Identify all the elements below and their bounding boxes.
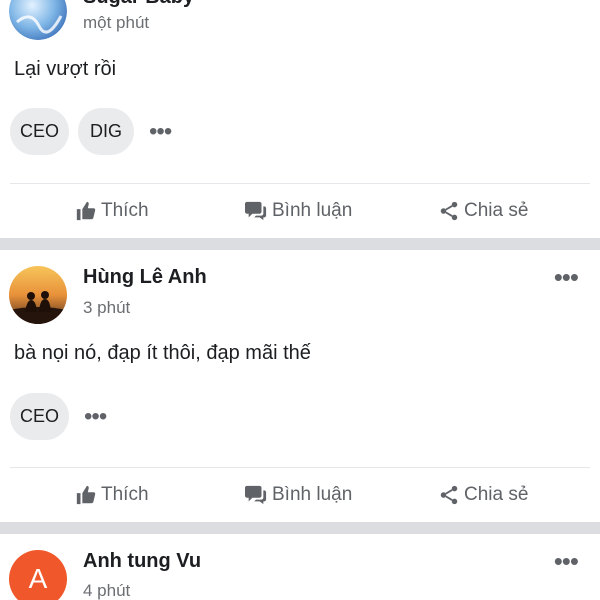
post-time[interactable]: 4 phút — [83, 581, 130, 600]
author-name[interactable]: Hùng Lê Anh — [83, 266, 207, 289]
thumbs-up-icon — [76, 201, 96, 221]
divider — [10, 467, 590, 468]
like-button[interactable]: Thích — [75, 191, 149, 231]
avatar[interactable] — [9, 266, 67, 324]
tag-chip[interactable]: CEO — [10, 108, 70, 155]
avatar-letter: A — [28, 563, 48, 594]
author-name[interactable]: Sugar Baby — [83, 0, 194, 9]
like-label: Thích — [101, 200, 149, 221]
action-bar: Thích Bình luận Chia sẻ — [0, 191, 600, 231]
share-button[interactable]: Chia sẻ — [438, 475, 528, 515]
post-card: A Anh tung Vu 4 phút ••• — [0, 534, 600, 600]
comment-button[interactable]: Bình luận — [244, 191, 352, 231]
share-button[interactable]: Chia sẻ — [438, 191, 528, 231]
share-icon — [440, 201, 458, 221]
more-tags-icon[interactable]: ••• — [149, 118, 172, 146]
post-time[interactable]: một phút — [83, 13, 149, 33]
tag-list: CEO ••• — [10, 393, 107, 440]
tag-chip[interactable]: CEO — [10, 393, 70, 440]
comment-icon — [245, 201, 267, 221]
avatar[interactable] — [9, 0, 67, 40]
comment-label: Bình luận — [272, 200, 353, 221]
avatar[interactable]: A — [9, 550, 67, 600]
like-label: Thích — [101, 484, 149, 505]
more-options-icon[interactable]: ••• — [554, 264, 579, 290]
divider — [10, 183, 590, 184]
share-label: Chia sẻ — [464, 200, 529, 221]
comment-button[interactable]: Bình luận — [244, 475, 352, 515]
author-name[interactable]: Anh tung Vu — [83, 550, 201, 573]
tag-list: CEO DIG ••• — [10, 108, 172, 155]
more-options-icon[interactable]: ••• — [554, 548, 579, 574]
post-text: bà nọi nó, đạp ít thôi, đạp mãi thế — [14, 342, 311, 364]
post-separator — [0, 238, 600, 250]
share-label: Chia sẻ — [464, 484, 529, 505]
comment-icon — [245, 485, 267, 505]
post-time[interactable]: 3 phút — [83, 298, 130, 318]
post-separator — [0, 522, 600, 534]
post-card: Sugar Baby một phút Lại vượt rồi CEO DIG… — [0, 0, 600, 240]
share-icon — [440, 485, 458, 505]
like-button[interactable]: Thích — [75, 475, 149, 515]
action-bar: Thích Bình luận Chia sẻ — [0, 475, 600, 515]
thumbs-up-icon — [76, 485, 96, 505]
post-card: Hùng Lê Anh 3 phút ••• bà nọi nó, đạp ít… — [0, 250, 600, 522]
comment-label: Bình luận — [272, 484, 353, 505]
post-text: Lại vượt rồi — [14, 58, 117, 80]
tag-chip[interactable]: DIG — [78, 108, 135, 155]
more-tags-icon[interactable]: ••• — [84, 403, 107, 431]
